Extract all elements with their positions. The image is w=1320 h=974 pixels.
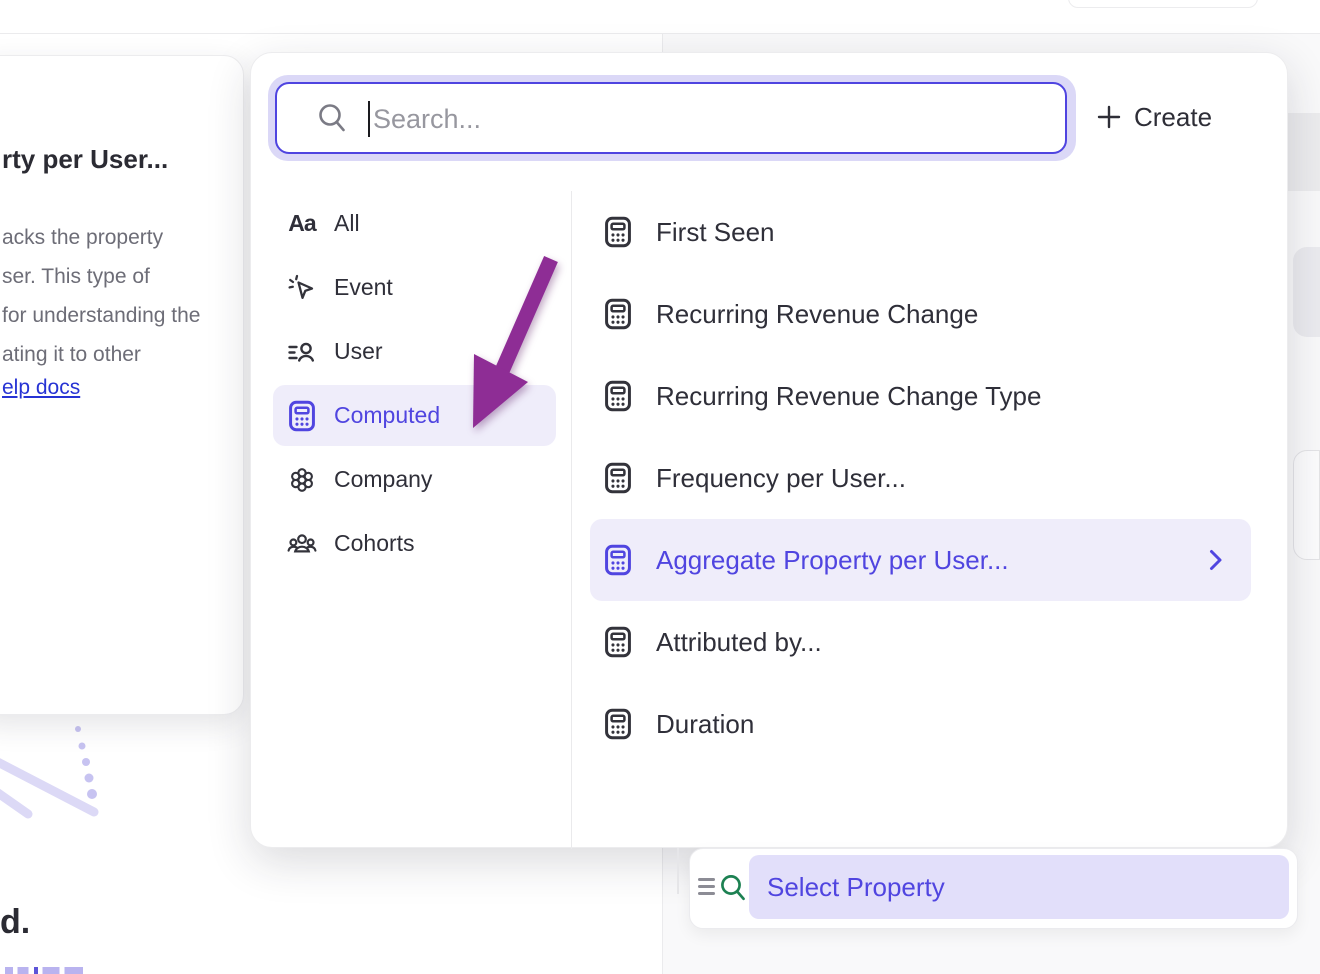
select-property-label: Select Property xyxy=(767,872,945,903)
tooltip-line: for understanding the xyxy=(2,296,200,335)
category-label: Computed xyxy=(334,402,440,429)
drag-handle-icon[interactable] xyxy=(698,878,715,896)
property-label: Frequency per User... xyxy=(656,463,906,494)
property-row-attributed-by[interactable]: Attributed by... xyxy=(590,601,1251,683)
property-selector-modal: Create Aa All Event xyxy=(250,52,1288,848)
plus-icon xyxy=(1097,105,1121,129)
screen: d. rty per User... acks the property ser… xyxy=(0,0,1320,974)
background-card-edge-2 xyxy=(1293,450,1320,560)
background-edge-tick xyxy=(677,848,679,894)
category-label: Company xyxy=(334,466,432,493)
text-caret xyxy=(368,101,370,137)
tooltip-title: rty per User... xyxy=(2,144,168,175)
property-label: Attributed by... xyxy=(656,627,822,658)
property-label: Recurring Revenue Change xyxy=(656,299,978,330)
calculator-icon xyxy=(604,462,632,494)
calculator-icon xyxy=(604,708,632,740)
modal-column-divider xyxy=(571,191,572,849)
property-row-recurring-revenue-change-type[interactable]: Recurring Revenue Change Type xyxy=(590,355,1251,437)
clipped-text-fragment: d. xyxy=(0,903,30,942)
calculator-icon xyxy=(604,380,632,412)
tooltip-line: ating it to other xyxy=(2,335,200,374)
calculator-icon xyxy=(287,401,317,431)
category-label: User xyxy=(334,338,383,365)
calculator-icon xyxy=(604,298,632,330)
background-band-right xyxy=(1284,113,1320,191)
category-tab-computed[interactable]: Computed xyxy=(273,385,556,446)
property-row-recurring-revenue-change[interactable]: Recurring Revenue Change xyxy=(590,273,1251,355)
create-button[interactable]: Create xyxy=(1097,91,1277,143)
clipped-link-fragment xyxy=(5,967,83,974)
category-tab-user[interactable]: User xyxy=(273,321,556,382)
tooltip-line: ser. This type of xyxy=(2,257,200,296)
tooltip-line: acks the property xyxy=(2,218,200,257)
help-docs-link[interactable]: elp docs xyxy=(2,376,80,400)
calculator-icon xyxy=(604,626,632,658)
cursor-click-icon xyxy=(287,273,317,303)
property-row-first-seen[interactable]: First Seen xyxy=(590,191,1251,273)
tooltip-description: acks the property ser. This type of for … xyxy=(2,218,200,374)
calculator-icon xyxy=(604,216,632,248)
property-row-aggregate-property-per-user[interactable]: Aggregate Property per User... xyxy=(590,519,1251,601)
property-row-duration[interactable]: Duration xyxy=(590,683,1251,765)
category-tab-all[interactable]: Aa All xyxy=(273,193,556,254)
property-label: Aggregate Property per User... xyxy=(656,545,1009,576)
property-label: Duration xyxy=(656,709,754,740)
property-row-frequency-per-user[interactable]: Frequency per User... xyxy=(590,437,1251,519)
cohorts-people-icon xyxy=(287,529,317,559)
property-help-tooltip: rty per User... acks the property ser. T… xyxy=(0,55,244,715)
search-input[interactable] xyxy=(373,100,933,138)
background-card-edge-1 xyxy=(1293,247,1320,337)
category-tab-company[interactable]: Company xyxy=(273,449,556,510)
select-property-button[interactable]: Select Property xyxy=(749,855,1289,919)
company-cluster-icon xyxy=(287,465,317,495)
user-list-icon xyxy=(287,337,317,367)
category-label: Event xyxy=(334,274,393,301)
property-label: First Seen xyxy=(656,217,775,248)
search-icon xyxy=(317,102,347,134)
top-divider-line xyxy=(0,33,1320,34)
create-button-label: Create xyxy=(1134,102,1212,133)
select-property-card: Select Property xyxy=(689,848,1298,929)
calculator-icon xyxy=(604,544,632,576)
category-label: All xyxy=(334,210,360,237)
chevron-right-icon xyxy=(1209,549,1223,571)
category-label: Cohorts xyxy=(334,530,415,557)
background-card-top xyxy=(1068,0,1258,8)
property-label: Recurring Revenue Change Type xyxy=(656,381,1041,412)
search-property-icon xyxy=(719,873,747,903)
aa-text-icon: Aa xyxy=(287,209,317,239)
category-tab-event[interactable]: Event xyxy=(273,257,556,318)
category-tab-cohorts[interactable]: Cohorts xyxy=(273,513,556,574)
search-field[interactable] xyxy=(275,82,1067,154)
